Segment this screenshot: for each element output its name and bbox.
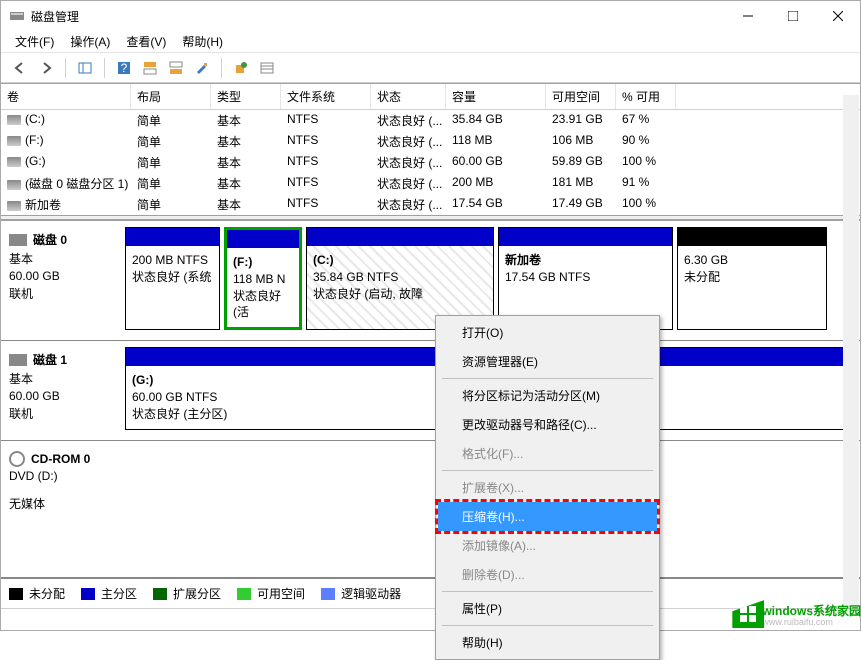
- watermark: windows系统家园 www.ruibaifu.com: [732, 600, 861, 628]
- drive-icon: [7, 115, 21, 125]
- col-layout[interactable]: 布局: [131, 84, 211, 109]
- legend-swatch-unalloc: [9, 588, 23, 600]
- forward-button[interactable]: [35, 57, 57, 79]
- view-top-button[interactable]: [139, 57, 161, 79]
- close-button[interactable]: [815, 1, 860, 31]
- table-row[interactable]: 新加卷简单基本NTFS状态良好 (...17.54 GB17.49 GB100 …: [1, 194, 860, 215]
- legend-swatch-free: [237, 588, 251, 600]
- menu-view[interactable]: 查看(V): [120, 31, 172, 52]
- disk-row-0: 磁盘 0 基本 60.00 GB 联机 200 MB NTFS状态良好 (系统 …: [1, 221, 860, 341]
- col-type[interactable]: 类型: [211, 84, 281, 109]
- disk-management-window: 磁盘管理 文件(F) 操作(A) 查看(V) 帮助(H) ? 卷 布局 类型 文…: [0, 0, 861, 631]
- table-row[interactable]: (G:)简单基本NTFS状态良好 (...60.00 GB59.89 GB100…: [1, 152, 860, 173]
- cm-help[interactable]: 帮助(H): [438, 628, 657, 657]
- stripe-primary: [227, 230, 299, 248]
- partition-system[interactable]: 200 MB NTFS状态良好 (系统: [125, 227, 220, 330]
- cm-mark-active[interactable]: 将分区标记为活动分区(M): [438, 381, 657, 410]
- legend-swatch-primary: [81, 588, 95, 600]
- drive-icon: [7, 201, 21, 211]
- menu-help[interactable]: 帮助(H): [176, 31, 229, 52]
- col-status[interactable]: 状态: [371, 84, 446, 109]
- disk-0-info[interactable]: 磁盘 0 基本 60.00 GB 联机: [1, 221, 121, 340]
- cm-delete[interactable]: 删除卷(D)...: [438, 560, 657, 589]
- list-button[interactable]: [256, 57, 278, 79]
- menu-file[interactable]: 文件(F): [9, 31, 60, 52]
- svg-text:?: ?: [121, 61, 128, 75]
- view-bottom-button[interactable]: [165, 57, 187, 79]
- table-body: (C:)简单基本NTFS状态良好 (...35.84 GB23.91 GB67 …: [1, 110, 860, 215]
- cdrom-icon: [9, 451, 25, 467]
- toolbar: ?: [1, 53, 860, 83]
- cm-extend[interactable]: 扩展卷(X)...: [438, 473, 657, 502]
- legend-swatch-extended: [153, 588, 167, 600]
- stripe-primary: [307, 228, 493, 246]
- windows-logo-icon: [732, 600, 764, 628]
- statusbar: [1, 608, 860, 630]
- back-button[interactable]: [9, 57, 31, 79]
- cm-open[interactable]: 打开(O): [438, 318, 657, 347]
- maximize-button[interactable]: [770, 1, 815, 31]
- minimize-button[interactable]: [725, 1, 770, 31]
- cm-shrink[interactable]: 压缩卷(H)...: [438, 502, 657, 531]
- col-filesystem[interactable]: 文件系统: [281, 84, 371, 109]
- vertical-scrollbar[interactable]: [843, 95, 859, 607]
- cm-separator: [442, 591, 653, 592]
- cm-mirror[interactable]: 添加镜像(A)...: [438, 531, 657, 560]
- drive-icon: [7, 180, 21, 190]
- drive-icon: [7, 136, 21, 146]
- table-row[interactable]: (F:)简单基本NTFS状态良好 (...118 MB106 MB90 %: [1, 131, 860, 152]
- menubar: 文件(F) 操作(A) 查看(V) 帮助(H): [1, 31, 860, 53]
- window-title: 磁盘管理: [31, 8, 725, 25]
- titlebar: 磁盘管理: [1, 1, 860, 31]
- partition-f-selected[interactable]: (F:)118 MB N状态良好 (活: [224, 227, 302, 330]
- settings-icon[interactable]: [191, 57, 213, 79]
- disk-1-info[interactable]: 磁盘 1 基本 60.00 GB 联机: [1, 341, 121, 439]
- table-header: 卷 布局 类型 文件系统 状态 容量 可用空间 % 可用: [1, 84, 860, 110]
- col-capacity[interactable]: 容量: [446, 84, 546, 109]
- refresh-button[interactable]: [230, 57, 252, 79]
- legend: 未分配 主分区 扩展分区 可用空间 逻辑驱动器: [1, 577, 860, 608]
- disk-graphical-view: 磁盘 0 基本 60.00 GB 联机 200 MB NTFS状态良好 (系统 …: [1, 221, 860, 577]
- cm-format[interactable]: 格式化(F)...: [438, 439, 657, 468]
- cm-properties[interactable]: 属性(P): [438, 594, 657, 623]
- stripe-unallocated: [678, 228, 826, 246]
- cm-separator: [442, 625, 653, 626]
- volume-list: 卷 布局 类型 文件系统 状态 容量 可用空间 % 可用 (C:)简单基本NTF…: [1, 83, 860, 215]
- drive-icon: [7, 157, 21, 167]
- stripe-primary: [126, 228, 219, 246]
- legend-swatch-logical: [321, 588, 335, 600]
- menu-action[interactable]: 操作(A): [64, 31, 116, 52]
- col-volume[interactable]: 卷: [1, 84, 131, 109]
- cm-separator: [442, 470, 653, 471]
- cm-explorer[interactable]: 资源管理器(E): [438, 347, 657, 376]
- col-percent[interactable]: % 可用: [616, 84, 676, 109]
- help-button[interactable]: ?: [113, 57, 135, 79]
- stripe-primary: [499, 228, 672, 246]
- cm-separator: [442, 378, 653, 379]
- partition-unallocated[interactable]: 6.30 GB未分配: [677, 227, 827, 330]
- cdrom-info[interactable]: CD-ROM 0 DVD (D:) 无媒体: [1, 441, 121, 522]
- disk-icon: [9, 234, 27, 246]
- context-menu: 打开(O) 资源管理器(E) 将分区标记为活动分区(M) 更改驱动器号和路径(C…: [435, 315, 660, 660]
- disk-mgmt-icon: [9, 8, 25, 24]
- disk-row-1: 磁盘 1 基本 60.00 GB 联机 (G:)60.00 GB NTFS状态良…: [1, 341, 860, 440]
- disk-row-cdrom: CD-ROM 0 DVD (D:) 无媒体: [1, 441, 860, 522]
- disk-icon: [9, 354, 27, 366]
- table-row[interactable]: (磁盘 0 磁盘分区 1)简单基本NTFS状态良好 (...200 MB181 …: [1, 173, 860, 194]
- cm-change-letter[interactable]: 更改驱动器号和路径(C)...: [438, 410, 657, 439]
- col-free[interactable]: 可用空间: [546, 84, 616, 109]
- table-row[interactable]: (C:)简单基本NTFS状态良好 (...35.84 GB23.91 GB67 …: [1, 110, 860, 131]
- show-hide-button[interactable]: [74, 57, 96, 79]
